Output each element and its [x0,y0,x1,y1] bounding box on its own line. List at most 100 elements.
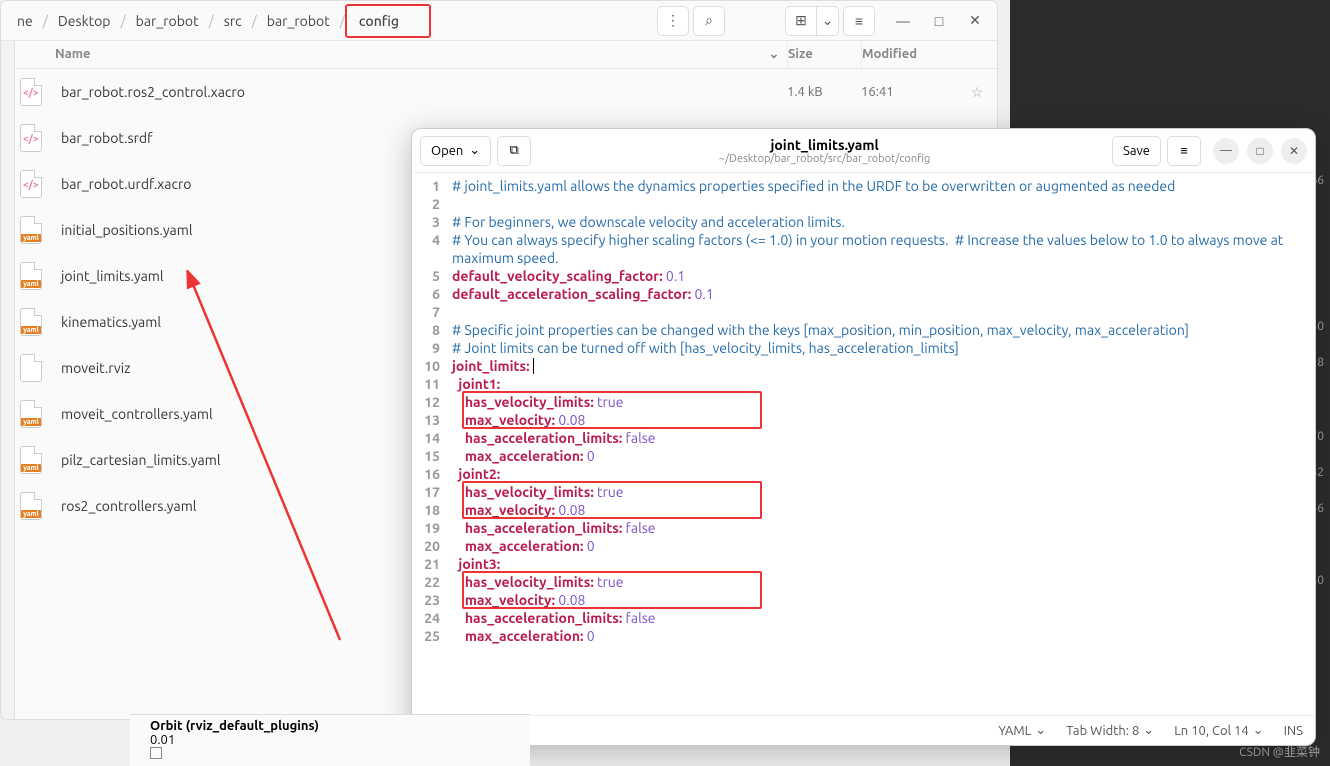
checkbox[interactable] [150,747,162,759]
open-label: Open [431,144,463,158]
breadcrumb-item[interactable]: src [214,7,252,35]
breadcrumb-item[interactable]: bar_robot [126,7,209,35]
col-name[interactable]: Name [1,41,761,68]
file-icon: yaml [20,216,42,244]
code-line[interactable]: has_acceleration_limits: false [452,519,1309,537]
chevron-down-icon: ⌄ [1035,723,1046,738]
status-language[interactable]: YAML⌄ [998,723,1046,738]
code-line[interactable]: max_velocity: 0.08 [452,501,1309,519]
col-modified[interactable]: Modified [861,41,957,68]
code-line[interactable] [452,303,1309,321]
file-icon: yaml [20,400,42,428]
maximize-icon: □ [935,13,943,29]
search-button[interactable]: ⌕ [693,6,725,36]
code-line[interactable]: joint_limits: [452,357,1309,375]
breadcrumb-item[interactable]: config [345,4,431,38]
file-icon [20,354,42,382]
code-line[interactable]: # Specific joint properties can be chang… [452,321,1309,339]
code-line[interactable]: max_acceleration: 0 [452,447,1309,465]
code-line[interactable]: max_velocity: 0.08 [452,411,1309,429]
col-size[interactable]: Size [787,41,861,68]
kebab-icon: ⋮ [666,12,680,29]
menu-button[interactable]: ⋮ [657,6,689,36]
chevron-down-icon: ⌄ [1253,723,1264,738]
file-modified: 16:41 [861,85,957,99]
editor-statusbar: YAML⌄ Tab Width: 8⌄ Ln 10, Col 14⌄ INS [412,715,1315,745]
breadcrumb[interactable]: ne/Desktop/bar_robot/src/bar_robot/confi… [7,4,653,38]
hamburger-button[interactable]: ≡ [843,6,875,36]
column-headers[interactable]: Name ⌄ Size Modified [1,41,997,69]
code-line[interactable]: # Joint limits can be turned off with [h… [452,339,1309,357]
code-line[interactable]: joint1: [452,375,1309,393]
new-tab-button[interactable]: ⧉ [497,136,531,166]
save-label: Save [1123,144,1150,158]
editor-hamburger[interactable]: ≡ [1167,136,1201,166]
editor-close[interactable]: ✕ [1281,138,1307,164]
editor-body[interactable]: 1234567891011121314151617181920212223242… [412,173,1315,715]
editor-header: Open ⌄ ⧉ joint_limits.yaml ~/Desktop/bar_… [412,129,1315,173]
file-icon: yaml [20,446,42,474]
code-line[interactable]: has_velocity_limits: true [452,393,1309,411]
file-manager-toolbar: ne/Desktop/bar_robot/src/bar_robot/confi… [1,1,997,41]
save-button[interactable]: Save [1112,136,1161,166]
view-dropdown[interactable]: ⌄ [817,6,839,36]
code-line[interactable]: joint3: [452,555,1309,573]
code-line[interactable]: default_acceleration_scaling_factor: 0.1 [452,285,1309,303]
code-line[interactable]: # You can always specify higher scaling … [452,231,1309,267]
breadcrumb-item[interactable]: ne [7,7,43,35]
code-line[interactable]: has_velocity_limits: true [452,573,1309,591]
breadcrumb-item[interactable]: Desktop [48,7,121,35]
editor-title: joint_limits.yaml [537,137,1112,153]
close-icon: ✕ [1289,144,1299,158]
code-line[interactable]: max_acceleration: 0 [452,537,1309,555]
window-close[interactable]: ✕ [959,6,991,36]
grid-icon: ⊞ [795,12,807,29]
code-line[interactable]: default_velocity_scaling_factor: 0.1 [452,267,1309,285]
status-insert-mode[interactable]: INS [1284,724,1303,738]
status-position[interactable]: Ln 10, Col 14⌄ [1174,723,1263,738]
code-line[interactable]: max_acceleration: 0 [452,627,1309,645]
file-icon: yaml [20,262,42,290]
file-icon: yaml [20,492,42,520]
maximize-icon: □ [1256,144,1263,158]
editor-subtitle: ~/Desktop/bar_robot/src/bar_robot/config [537,153,1112,165]
rviz-panel-fragment: Orbit (rviz_default_plugins) 0.01 [130,714,530,766]
chevron-down-icon: ⌄ [469,143,480,158]
minimize-icon: — [896,13,910,29]
code-line[interactable]: # For beginners, we downscale velocity a… [452,213,1309,231]
hamburger-icon: ≡ [1180,143,1188,158]
window-maximize[interactable]: □ [923,6,955,36]
sort-indicator[interactable]: ⌄ [761,41,787,68]
sidebar-edge [1,41,15,719]
line-gutter: 1234567891011121314151617181920212223242… [412,173,446,715]
chevron-down-icon: ⌄ [1143,723,1154,738]
new-doc-icon: ⧉ [510,143,519,158]
code-line[interactable]: # joint_limits.yaml allows the dynamics … [452,177,1309,195]
editor-maximize[interactable]: □ [1247,138,1273,164]
code-line[interactable]: joint2: [452,465,1309,483]
file-icon: </> [20,170,42,198]
file-row[interactable]: </>bar_robot.ros2_control.xacro1.4 kB16:… [1,69,997,115]
rviz-value: 0.01 [150,733,510,747]
status-tabwidth[interactable]: Tab Width: 8⌄ [1066,723,1154,738]
window-minimize[interactable]: — [887,6,919,36]
code-line[interactable]: max_velocity: 0.08 [452,591,1309,609]
code-line[interactable] [452,195,1309,213]
file-name: bar_robot.ros2_control.xacro [61,84,787,100]
file-icon: yaml [20,308,42,336]
code-line[interactable]: has_acceleration_limits: false [452,429,1309,447]
star-icon[interactable]: ☆ [957,84,997,101]
open-button[interactable]: Open ⌄ [420,136,491,166]
editor-minimize[interactable]: — [1213,138,1239,164]
file-icon: </> [20,78,42,106]
search-icon: ⌕ [705,12,713,29]
code-area[interactable]: # joint_limits.yaml allows the dynamics … [446,173,1315,715]
view-grid-button[interactable]: ⊞ [785,6,817,36]
code-line[interactable]: has_acceleration_limits: false [452,609,1309,627]
hamburger-icon: ≡ [855,13,863,29]
code-line[interactable]: has_velocity_limits: true [452,483,1309,501]
file-icon: </> [20,124,42,152]
watermark: CSDN @韭菜钟 [1239,743,1320,760]
minimize-icon: — [1220,144,1232,157]
breadcrumb-item[interactable]: bar_robot [257,7,340,35]
